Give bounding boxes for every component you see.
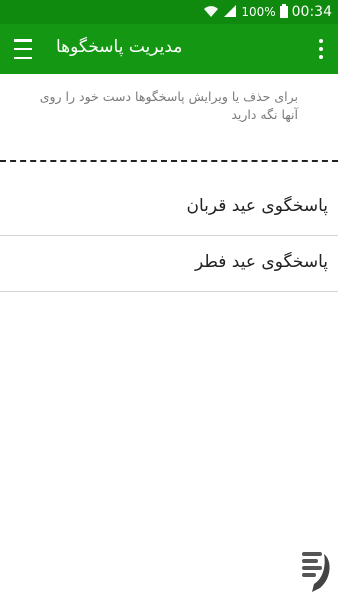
battery-percent: 100% <box>241 5 276 19</box>
status-bar: 100% 00:34 <box>0 0 338 24</box>
clock: 00:34 <box>291 4 332 20</box>
status-indicators: 100% 00:34 <box>203 0 332 24</box>
wifi-icon <box>203 4 219 21</box>
menu-icon[interactable] <box>14 39 38 59</box>
list-item-label: پاسخگوی عید فطر <box>194 252 328 272</box>
instruction-text: برای حذف یا ویرایش پاسخگوها دست خود را ر… <box>39 89 298 122</box>
list-item[interactable]: پاسخگوی عید قربان <box>0 181 338 236</box>
more-vert-icon[interactable] <box>318 39 324 59</box>
app-logo-icon <box>298 548 332 596</box>
signal-icon <box>223 4 237 21</box>
battery-icon <box>279 3 288 21</box>
dashed-divider <box>0 160 338 162</box>
list-item-label: پاسخگوی عید قربان <box>186 196 328 216</box>
list-item[interactable]: پاسخگوی عید فطر <box>0 237 338 292</box>
page-title: مدیریت پاسخگوها <box>56 37 183 57</box>
app-bar: مدیریت پاسخگوها <box>0 24 338 74</box>
